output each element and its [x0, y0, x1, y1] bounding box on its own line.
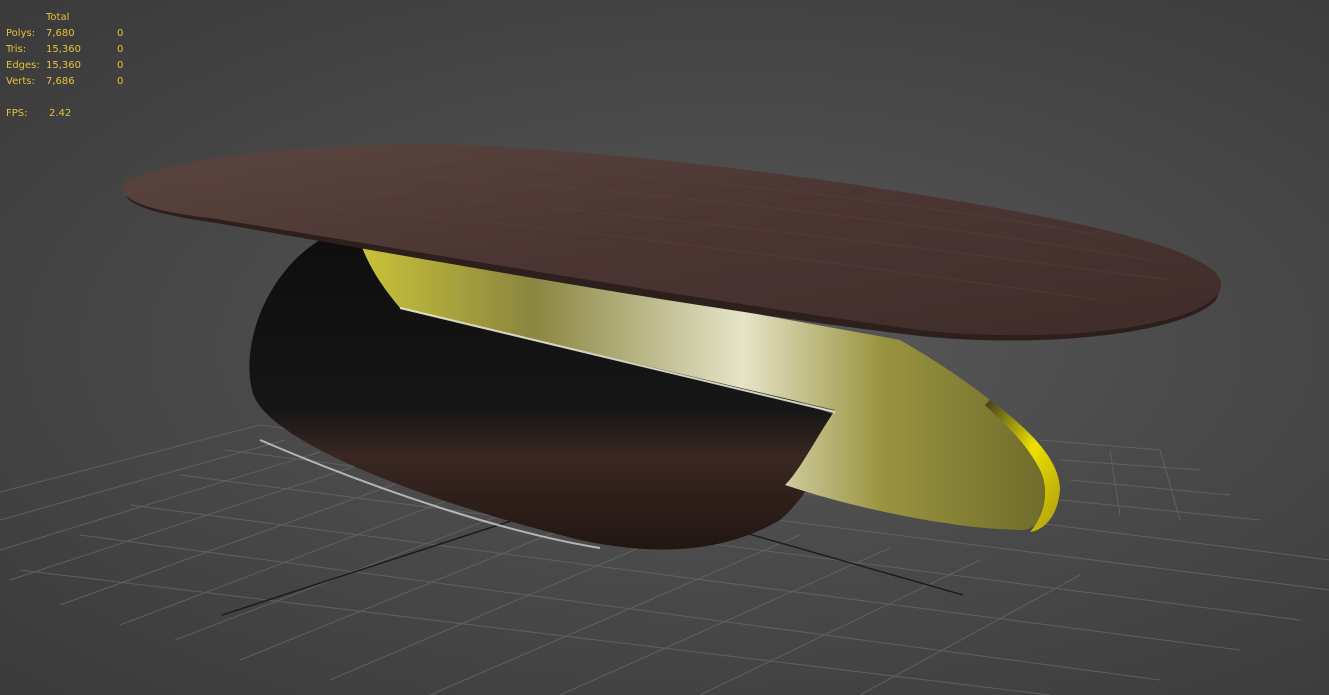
- stats-selected-edges: 0: [117, 60, 124, 71]
- stats-value-fps: 2.42: [49, 108, 72, 119]
- stats-selected-tris: 0: [117, 44, 124, 55]
- stats-label-tris: Tris:: [6, 44, 27, 55]
- stats-label-fps: FPS:: [6, 108, 28, 119]
- viewport-statistics-overlay: Total Polys: 7,680 0 Tris: 15,360 0 Edge…: [6, 11, 146, 126]
- stats-total-edges: 15,360: [46, 60, 81, 71]
- stats-header-total: Total: [46, 12, 70, 23]
- stats-selected-polys: 0: [117, 28, 124, 39]
- stats-selected-verts: 0: [117, 76, 124, 87]
- stats-total-polys: 7,680: [46, 28, 75, 39]
- stats-label-polys: Polys:: [6, 28, 36, 39]
- stats-label-verts: Verts:: [6, 76, 35, 87]
- stats-label-edges: Edges:: [6, 60, 40, 71]
- viewport-3d[interactable]: [0, 0, 1329, 695]
- stats-total-tris: 15,360: [46, 44, 81, 55]
- stats-total-verts: 7,686: [46, 76, 75, 87]
